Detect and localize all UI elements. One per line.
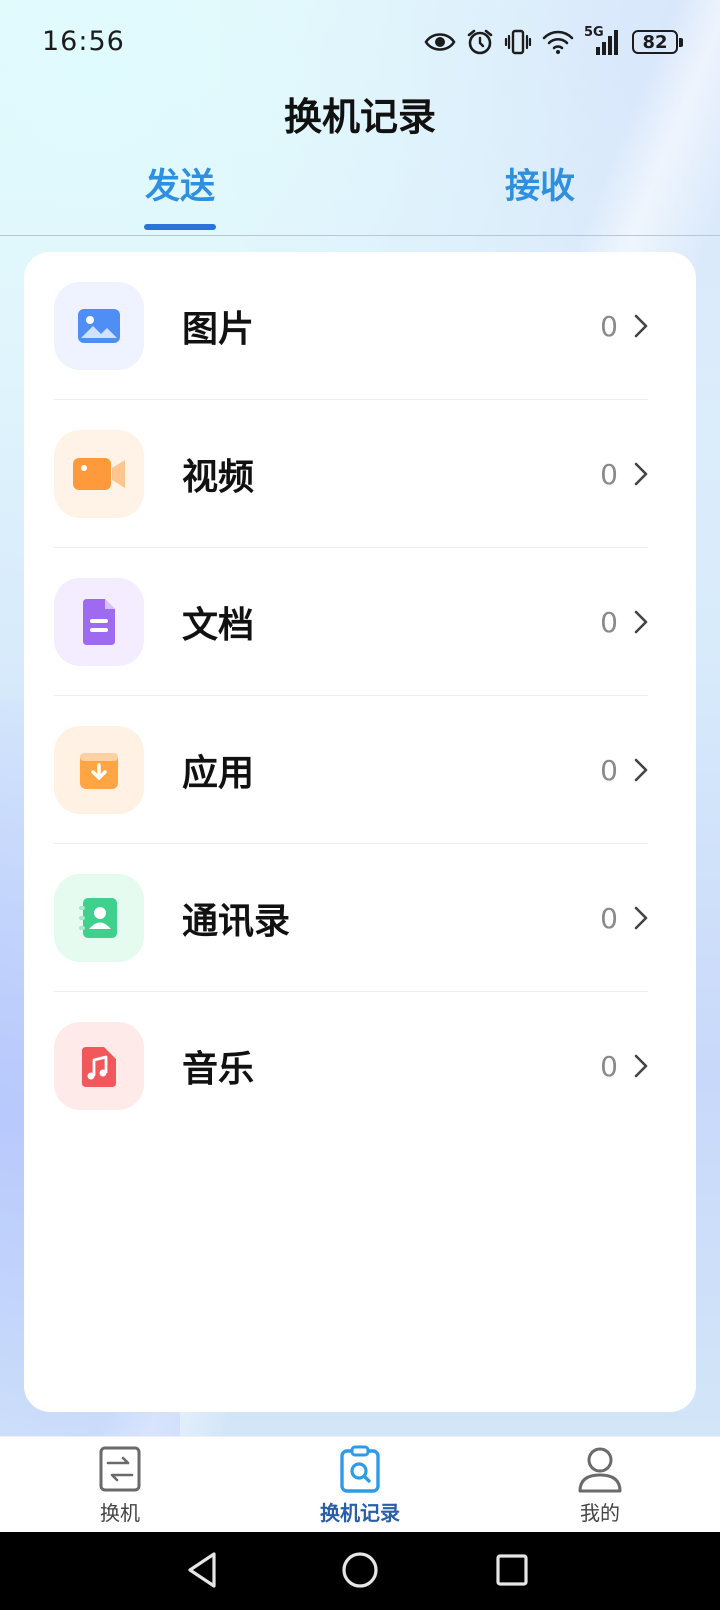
app-download-icon [54,726,144,814]
image-icon [54,282,144,370]
battery-icon: 82 [632,30,683,54]
chevron-right-icon [634,758,648,782]
vibrate-icon [504,29,532,55]
chevron-right-icon [634,314,648,338]
record-tabs: 发送 接收 [0,158,720,236]
list-item-count: 0 [600,309,618,343]
chevron-right-icon [634,462,648,486]
battery-level: 82 [642,31,668,53]
tab-receive[interactable]: 接收 [480,158,600,209]
nav-label: 我的 [580,1501,620,1525]
list-item-videos[interactable]: 视频 0 [54,400,654,548]
list-item-count: 0 [600,457,618,491]
list-item-count: 0 [600,901,618,935]
list-item-label: 应用 [182,753,255,794]
system-nav-bar [0,1532,720,1610]
chevron-right-icon [634,906,648,930]
tabs-divider [0,235,720,236]
switch-phone-icon [99,1446,141,1492]
alarm-icon [467,29,493,55]
list-item-label: 通讯录 [182,901,291,942]
home-icon[interactable] [340,1550,380,1590]
list-item-contacts[interactable]: 通讯录 0 [54,844,654,992]
records-icon [340,1445,380,1493]
category-list-card: 图片 0 视频 0 文档 0 应用 0 通讯录 0 音乐 0 [24,252,696,1412]
list-item-label: 视频 [182,457,255,498]
status-time: 16:56 [42,26,125,57]
document-icon [54,578,144,666]
list-item-count: 0 [600,605,618,639]
list-item-apps[interactable]: 应用 0 [54,696,654,844]
recents-icon[interactable] [494,1550,530,1590]
list-item-label: 文档 [182,605,255,646]
list-item-count: 0 [600,1049,618,1083]
list-item-label: 图片 [182,309,255,350]
list-item-label: 音乐 [182,1049,255,1090]
list-item-documents[interactable]: 文档 0 [54,548,654,696]
eye-icon [424,33,456,51]
nav-label: 换机记录 [320,1501,400,1525]
nav-switch-phone[interactable]: 换机 [30,1445,210,1533]
chevron-right-icon [634,1054,648,1078]
status-bar: 16:56 5G 82 [0,0,720,84]
music-icon [54,1022,144,1110]
video-icon [54,430,144,518]
list-item-music[interactable]: 音乐 0 [54,992,654,1140]
tab-send[interactable]: 发送 [120,158,240,209]
nav-mine[interactable]: 我的 [510,1445,690,1533]
page-title: 换机记录 [283,95,436,139]
nav-label: 换机 [100,1501,140,1525]
list-item-images[interactable]: 图片 0 [54,252,654,400]
nav-records[interactable]: 换机记录 [270,1445,450,1533]
chevron-right-icon [634,610,648,634]
status-icons: 5G 82 [424,24,683,60]
list-item-count: 0 [600,753,618,787]
profile-icon [578,1447,622,1493]
back-icon[interactable] [186,1550,218,1590]
bottom-nav: 换机 换机记录 我的 [0,1436,720,1532]
active-tab-indicator [144,224,216,230]
wifi-icon [542,30,574,54]
signal-icon: 5G [584,25,622,57]
contacts-icon [54,874,144,962]
